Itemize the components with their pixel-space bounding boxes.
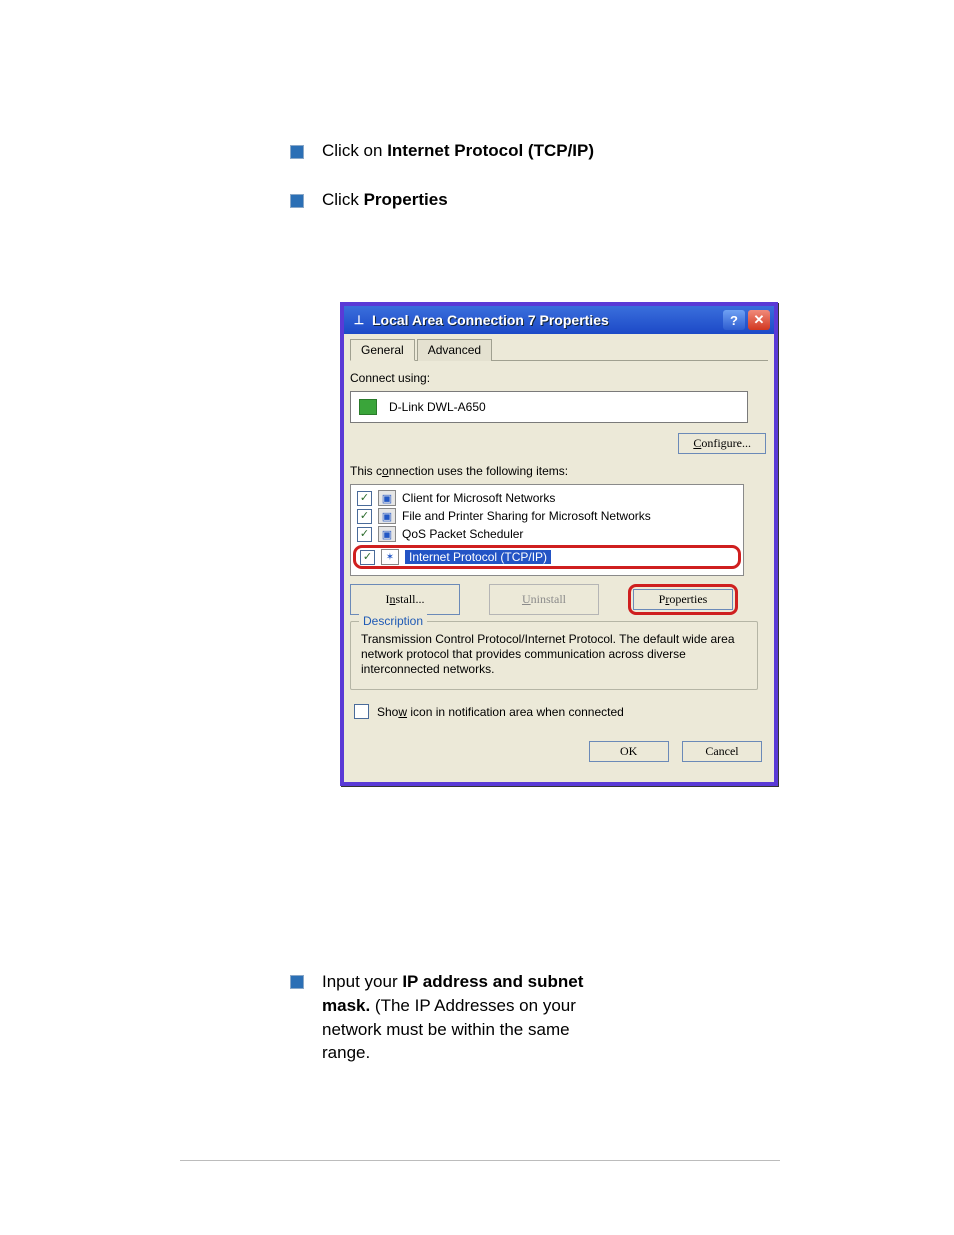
checkbox-icon[interactable]: ✓ <box>360 550 375 565</box>
highlight-frame: Properties <box>628 584 738 615</box>
service-icon: ▣ <box>378 508 396 524</box>
properties-button[interactable]: Properties <box>633 589 733 610</box>
text: Click <box>322 190 364 209</box>
window-title: Local Area Connection 7 Properties <box>372 312 723 328</box>
client-icon: ▣ <box>378 490 396 506</box>
network-icon: ⊥ <box>352 313 366 327</box>
bullet-item: Click Properties <box>290 189 770 212</box>
list-item-selected[interactable]: ✓ ✶ Internet Protocol (TCP/IP) <box>353 545 741 569</box>
service-icon: ▣ <box>378 526 396 542</box>
bullet-text: Click Properties <box>322 189 448 212</box>
item-label: Internet Protocol (TCP/IP) <box>405 550 551 564</box>
show-icon-row[interactable]: Show icon in notification area when conn… <box>354 704 768 719</box>
list-item[interactable]: ✓ ▣ Client for Microsoft Networks <box>357 489 737 507</box>
install-button[interactable]: Install... <box>350 584 460 615</box>
bullet-square-icon <box>290 194 304 208</box>
description-group: Description Transmission Control Protoco… <box>350 621 758 690</box>
item-label: QoS Packet Scheduler <box>402 527 523 541</box>
help-button[interactable]: ? <box>723 310 745 330</box>
label-items: This connection uses the following items… <box>350 464 768 478</box>
footer-divider <box>180 1160 780 1161</box>
bullet-square-icon <box>290 145 304 159</box>
checkbox-icon[interactable]: ✓ <box>357 527 372 542</box>
item-label: Client for Microsoft Networks <box>402 491 555 505</box>
checkbox-icon[interactable]: ✓ <box>357 509 372 524</box>
bullet-text: Input your IP address and subnet mask. (… <box>322 970 622 1065</box>
label-connect-using: Connect using: <box>350 371 768 385</box>
items-list[interactable]: ✓ ▣ Client for Microsoft Networks ✓ ▣ Fi… <box>350 484 744 576</box>
bullet-item: Input your IP address and subnet mask. (… <box>290 970 690 1065</box>
protocol-icon: ✶ <box>381 549 399 565</box>
checkbox-icon[interactable]: ✓ <box>357 491 372 506</box>
tab-general[interactable]: General <box>350 339 415 361</box>
text-bold: Internet Protocol (TCP/IP) <box>387 141 594 160</box>
text: Click on <box>322 141 387 160</box>
tab-advanced[interactable]: Advanced <box>417 339 492 361</box>
titlebar[interactable]: ⊥ Local Area Connection 7 Properties ? ✕ <box>344 306 774 334</box>
ok-button[interactable]: OK <box>589 741 669 762</box>
properties-dialog: ⊥ Local Area Connection 7 Properties ? ✕… <box>340 302 778 786</box>
adapter-name: D-Link DWL-A650 <box>389 400 486 414</box>
tab-strip: General Advanced <box>350 338 768 361</box>
group-legend: Description <box>359 614 427 628</box>
bullet-text: Click on Internet Protocol (TCP/IP) <box>322 140 594 163</box>
configure-button[interactable]: CConfigure...onfigure... <box>678 433 766 454</box>
text-bold: Properties <box>364 190 448 209</box>
text: Input your <box>322 972 402 991</box>
nic-icon <box>359 399 377 415</box>
list-item[interactable]: ✓ ▣ QoS Packet Scheduler <box>357 525 737 543</box>
close-button[interactable]: ✕ <box>748 310 770 330</box>
adapter-field: D-Link DWL-A650 <box>350 391 748 423</box>
bullet-item: Click on Internet Protocol (TCP/IP) <box>290 140 770 163</box>
cancel-button[interactable]: Cancel <box>682 741 762 762</box>
description-text: Transmission Control Protocol/Internet P… <box>361 632 747 677</box>
list-item[interactable]: ✓ ▣ File and Printer Sharing for Microso… <box>357 507 737 525</box>
checkbox-icon[interactable] <box>354 704 369 719</box>
item-label: File and Printer Sharing for Microsoft N… <box>402 509 651 523</box>
checkbox-label: Show icon in notification area when conn… <box>377 705 624 719</box>
uninstall-button: Uninstall <box>489 584 599 615</box>
bullet-square-icon <box>290 975 304 989</box>
